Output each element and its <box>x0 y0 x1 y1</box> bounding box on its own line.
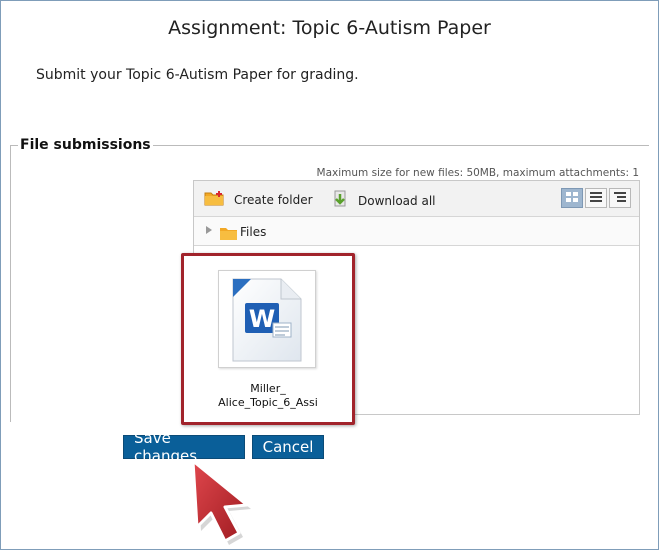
create-folder-label: Create folder <box>234 192 313 207</box>
max-size-notice: Maximum size for new files: 50MB, maximu… <box>316 167 639 179</box>
assignment-description: Submit your Topic 6-Autism Paper for gra… <box>36 67 359 83</box>
word-document-icon: W <box>218 270 316 368</box>
view-list-button[interactable] <box>585 188 607 208</box>
folder-add-icon <box>204 190 226 209</box>
file-submissions-legend: File submissions <box>18 137 153 153</box>
list-icon <box>590 191 602 205</box>
uploaded-file-item[interactable]: W Miller_ Alice_Topic_6_Assi <box>181 253 355 425</box>
file-manager-toolbar: Create folder Download all <box>194 181 639 217</box>
download-all-button[interactable]: Download all <box>332 190 435 211</box>
tree-icon <box>614 191 626 205</box>
path-files-link[interactable]: Files <box>240 225 266 239</box>
file-name-line-2: Alice_Topic_6_Assi <box>218 396 318 409</box>
svg-text:W: W <box>249 305 275 333</box>
uploaded-file-name: Miller_ Alice_Topic_6_Assi <box>184 382 352 410</box>
grid-icon <box>566 191 578 205</box>
page-title: Assignment: Topic 6-Autism Paper <box>168 17 491 39</box>
download-all-label: Download all <box>358 193 436 208</box>
mouse-pointer-icon <box>183 455 263 551</box>
create-folder-button[interactable]: Create folder <box>204 190 313 209</box>
download-icon <box>332 190 348 211</box>
expand-arrow-icon[interactable] <box>206 226 212 234</box>
file-path-bar: Files <box>194 217 639 246</box>
folder-icon <box>220 225 237 244</box>
view-tree-button[interactable] <box>609 188 631 208</box>
view-switcher <box>559 188 631 208</box>
file-name-line-1: Miller_ <box>250 382 286 395</box>
view-icons-button[interactable] <box>561 188 583 208</box>
